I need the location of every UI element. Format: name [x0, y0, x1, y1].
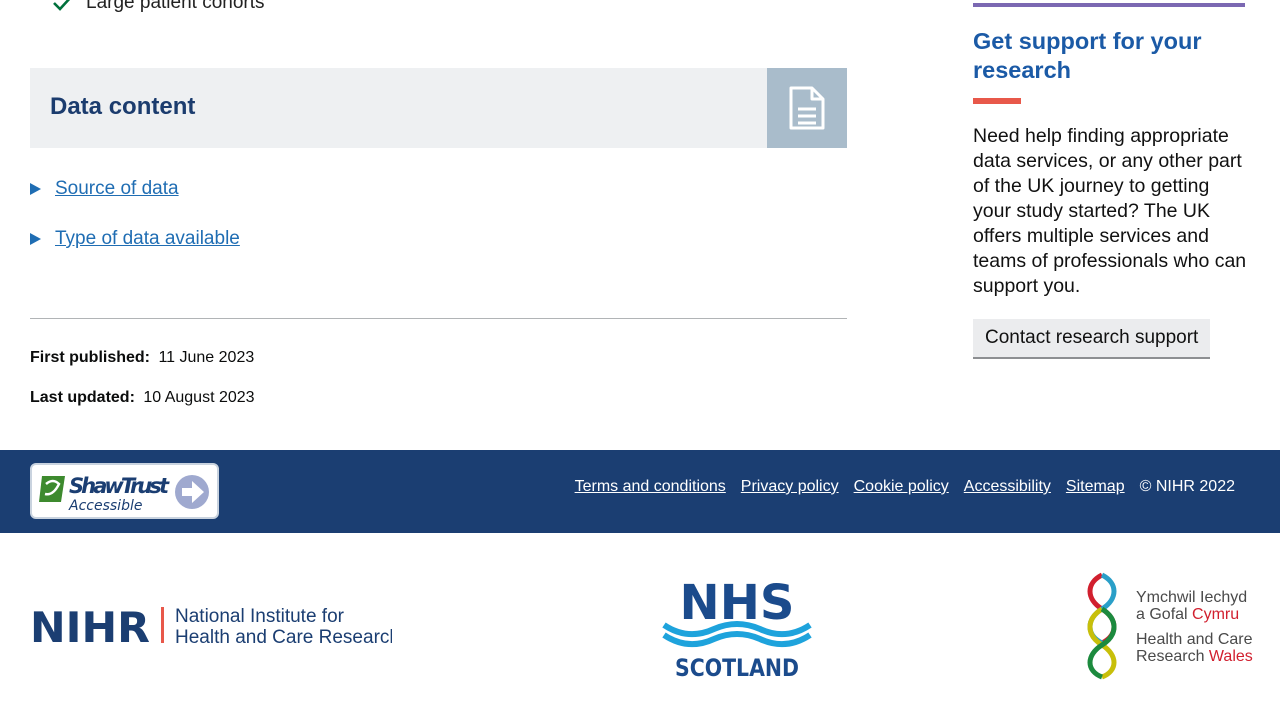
- data-content-card: Data content: [30, 68, 847, 148]
- checklist-item-label: Large patient cohorts: [86, 0, 265, 13]
- sidebar-title: Get support for your research: [973, 28, 1202, 83]
- footer-link-cookies[interactable]: Cookie policy: [854, 478, 949, 496]
- details-label[interactable]: Source of data: [55, 178, 179, 200]
- first-published: First published: 11 June 2023: [30, 349, 254, 367]
- svg-text:Health and Care Research: Health and Care Research: [175, 627, 392, 647]
- triangle-right-icon: [30, 233, 41, 245]
- last-updated: Last updated: 10 August 2023: [30, 389, 255, 407]
- check-icon: [53, 0, 71, 11]
- data-content-title: Data content: [50, 93, 196, 120]
- details-source-of-data[interactable]: Source of data: [30, 178, 179, 200]
- sidebar-top-border: [973, 3, 1245, 7]
- shaw-trust-accessible-logo[interactable]: ShawTrust Accessible: [30, 463, 219, 519]
- svg-text:Ymchwil Iechyd: Ymchwil Iechyd: [1136, 589, 1247, 606]
- site-footer: ShawTrust Accessible Terms and condition…: [0, 450, 1280, 533]
- svg-text:a Gofal Cymru: a Gofal Cymru: [1136, 606, 1239, 623]
- document-icon: [767, 68, 847, 148]
- contact-research-support-button[interactable]: Contact research support: [973, 319, 1211, 359]
- svg-text:Accessible: Accessible: [68, 498, 142, 514]
- triangle-right-icon: [30, 183, 41, 195]
- footer-link-accessibility[interactable]: Accessibility: [964, 478, 1051, 496]
- checklist-item: Large patient cohorts: [52, 0, 265, 14]
- footer-link-terms[interactable]: Terms and conditions: [575, 478, 726, 496]
- last-updated-value: 10 August 2023: [143, 389, 255, 406]
- section-divider: [30, 318, 847, 319]
- svg-text:SCOTLAND: SCOTLAND: [675, 654, 799, 681]
- sidebar-text: Need help finding appropriate data servi…: [973, 125, 1247, 297]
- last-updated-label: Last updated:: [30, 389, 135, 406]
- footer-copyright: © NIHR 2022: [1139, 478, 1235, 495]
- nihr-logo: NIHR National Institute for Health and C…: [30, 603, 400, 652]
- svg-text:Research Wales: Research Wales: [1136, 648, 1253, 665]
- first-published-label: First published:: [30, 349, 150, 366]
- health-care-research-wales-logo: Ymchwil Iechyd a Gofal Cymru Health and …: [1080, 571, 1270, 686]
- footer-link-privacy[interactable]: Privacy policy: [741, 478, 839, 496]
- nhs-scotland-logo: NHS SCOTLAND: [658, 573, 816, 686]
- partner-logos: NIHR National Institute for Health and C…: [0, 533, 1280, 720]
- svg-text:National Institute for: National Institute for: [175, 606, 345, 627]
- svg-text:Health and Care: Health and Care: [1136, 631, 1253, 648]
- svg-text:ShawTrust: ShawTrust: [69, 474, 170, 498]
- footer-links: Terms and conditions Privacy policy Cook…: [575, 478, 1235, 496]
- svg-text:NIHR: NIHR: [30, 605, 150, 647]
- sidebar-accent-bar: [973, 98, 1021, 104]
- first-published-value: 11 June 2023: [158, 349, 255, 366]
- footer-link-sitemap[interactable]: Sitemap: [1066, 478, 1125, 496]
- details-label[interactable]: Type of data available: [55, 228, 240, 250]
- details-type-of-data[interactable]: Type of data available: [30, 228, 240, 250]
